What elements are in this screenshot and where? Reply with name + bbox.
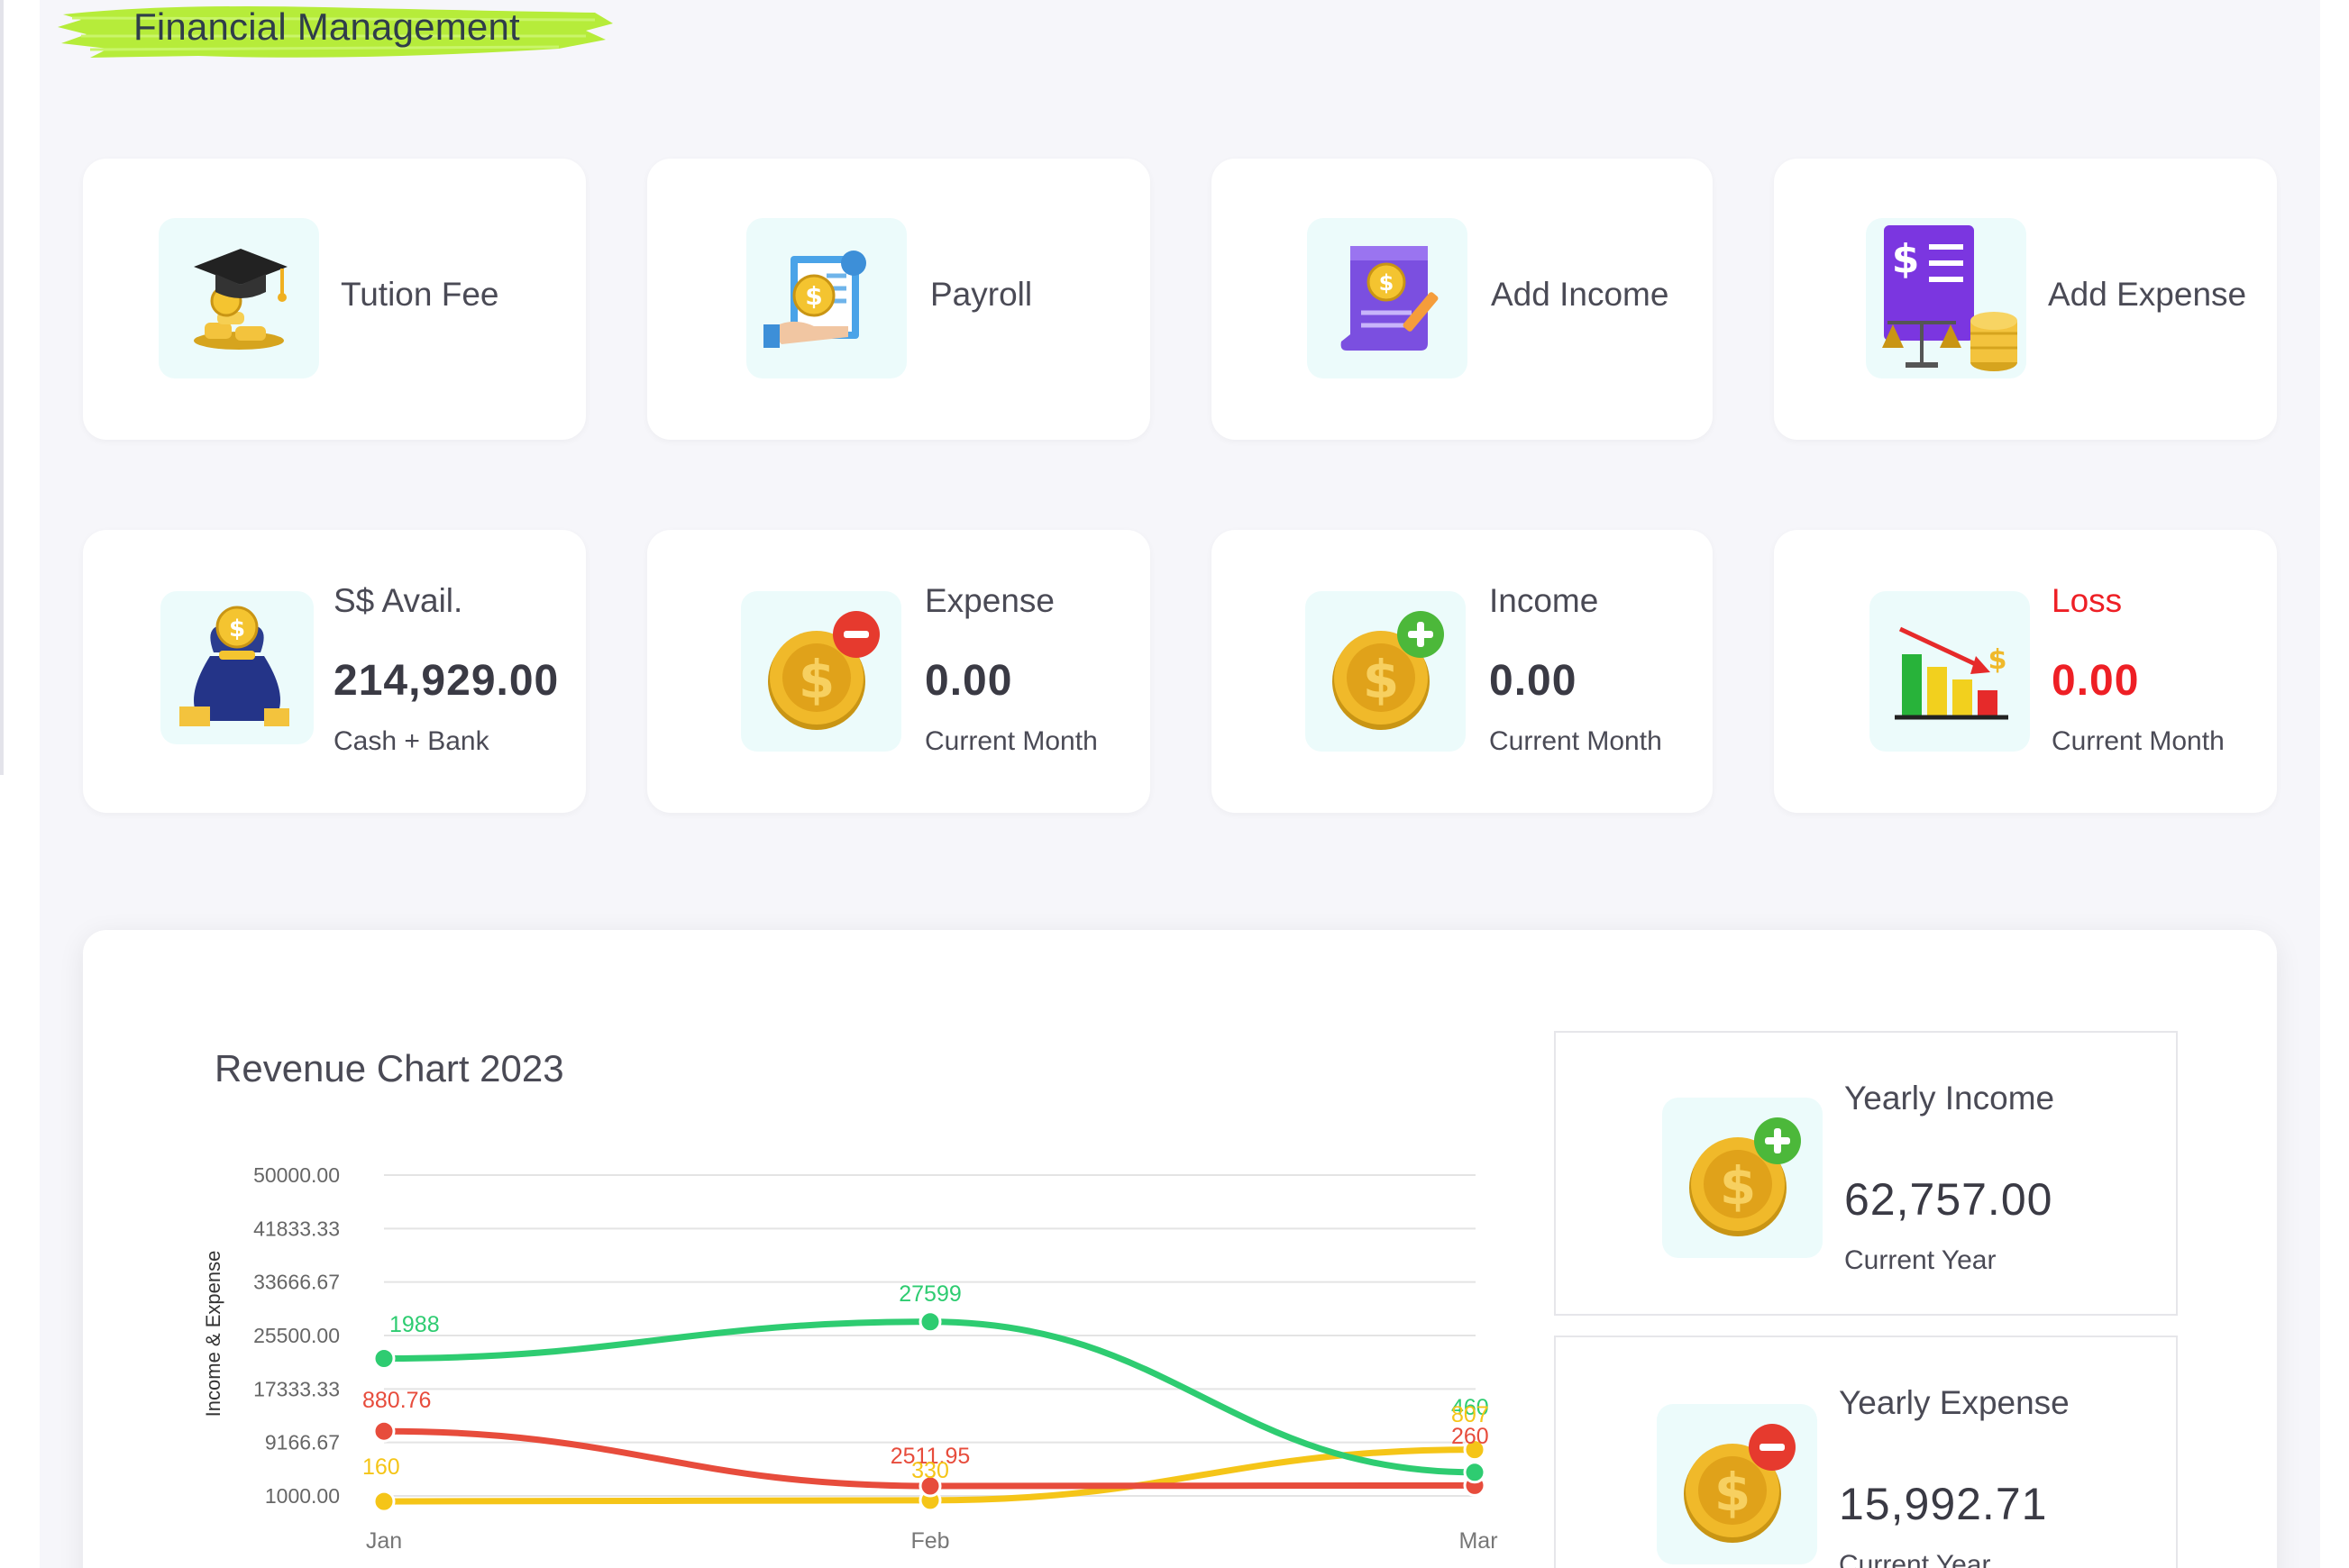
y-tick-label: 33666.67 (253, 1271, 340, 1294)
coin-plus-icon: $ (1662, 1098, 1823, 1258)
page-title: Financial Management (133, 5, 520, 48)
add-expense-label: Add Expense (2048, 276, 2247, 313)
income-card: $ Income 0.00 Current Month (1211, 530, 1713, 813)
page-heading: Financial Management (54, 0, 617, 63)
svg-text:$: $ (1379, 270, 1394, 296)
svg-text:$: $ (1892, 236, 1920, 282)
add-income-label: Add Income (1491, 276, 1669, 313)
y-axis-label: Income & Expense (202, 1251, 224, 1418)
coin-minus-icon: $ (741, 591, 901, 752)
data-point (1463, 1461, 1486, 1484)
income-value: 0.00 (1489, 657, 1577, 705)
svg-text:$: $ (799, 649, 835, 710)
svg-text:$: $ (1714, 1462, 1750, 1523)
yearly-expense-sub: Current Year (1839, 1550, 1991, 1568)
data-label: 260 (1451, 1424, 1489, 1449)
yearly-income-label: Yearly Income (1844, 1080, 2055, 1117)
data-label: 27599 (899, 1281, 962, 1307)
y-tick-label: 25500.00 (253, 1324, 340, 1347)
available-balance-sub: Cash + Bank (334, 726, 489, 756)
data-point (372, 1490, 396, 1513)
y-tick-label: 41833.33 (253, 1217, 340, 1240)
y-tick-label: 17333.33 (253, 1377, 340, 1400)
data-label: 1988 (389, 1312, 440, 1337)
expense-scale-icon: $ (1866, 218, 2026, 378)
svg-text:$: $ (229, 615, 245, 643)
available-balance-card: $ S$ Avail. 214,929.00 Cash + Bank (83, 530, 586, 813)
yearly-income-sub: Current Year (1844, 1245, 1997, 1275)
income-label: Income (1489, 582, 1599, 619)
add-expense-card[interactable]: $ Add Expense (1774, 159, 2277, 440)
coin-minus-icon: $ (1657, 1404, 1817, 1564)
y-tick-label: 50000.00 (253, 1163, 340, 1187)
available-balance-label: S$ Avail. (334, 582, 463, 619)
data-point (372, 1347, 396, 1371)
payroll-label: Payroll (930, 276, 1033, 313)
loss-card: $ Loss 0.00 Current Month (1774, 530, 2277, 813)
svg-text:$: $ (1720, 1155, 1756, 1217)
money-bag-icon: $ (160, 591, 314, 744)
yearly-expense-card: $ Yearly Expense 15,992.71 Current Year (1554, 1336, 2178, 1568)
expense-value: 0.00 (925, 657, 1013, 705)
available-balance-value: 214,929.00 (334, 657, 560, 705)
data-point (919, 1310, 942, 1334)
income-document-icon: $ (1307, 218, 1467, 378)
coin-plus-icon: $ (1305, 591, 1466, 752)
graduation-cap-coins-icon (159, 218, 319, 378)
svg-text:$: $ (805, 281, 822, 311)
data-label: 330 (911, 1458, 949, 1483)
svg-text:$: $ (1363, 649, 1399, 710)
payroll-card[interactable]: $ Payroll (647, 159, 1150, 440)
data-label: 807 (1451, 1402, 1489, 1427)
y-tick-label: 9166.67 (265, 1431, 340, 1454)
x-tick-label: Mar (1458, 1528, 1497, 1554)
yearly-expense-value: 15,992.71 (1839, 1479, 2048, 1529)
tuition-fee-card[interactable]: Tution Fee (83, 159, 586, 440)
y-tick-label: 1000.00 (265, 1484, 340, 1508)
yearly-income-value: 62,757.00 (1844, 1174, 2053, 1225)
loss-label: Loss (2052, 582, 2123, 619)
expense-label: Expense (925, 582, 1055, 619)
yearly-income-card: $ Yearly Income 62,757.00 Current Year (1554, 1031, 2178, 1316)
add-income-card[interactable]: $ Add Income (1211, 159, 1713, 440)
yearly-expense-label: Yearly Expense (1839, 1384, 2070, 1421)
x-tick-label: Feb (910, 1528, 949, 1554)
x-tick-label: Jan (366, 1528, 402, 1554)
revenue-line-chart: Income & Expense 50000.00 41833.33 33666.67… (202, 1163, 1498, 1554)
loss-value: 0.00 (2052, 657, 2140, 705)
expense-card: $ Expense 0.00 Current Month (647, 530, 1150, 813)
bar-chart-down-icon: $ (1869, 591, 2030, 752)
revenue-chart-card: Revenue Chart 2023 Income & Expense 50000… (83, 930, 2277, 1568)
svg-text:$: $ (1988, 644, 2007, 676)
loss-sub: Current Month (2052, 726, 2225, 756)
data-label: 880.76 (362, 1388, 431, 1413)
data-label: 160 (362, 1454, 400, 1480)
left-sidebar-edge (0, 0, 4, 775)
income-sub: Current Month (1489, 726, 1662, 756)
expense-sub: Current Month (925, 726, 1098, 756)
tuition-fee-label: Tution Fee (341, 276, 499, 313)
data-point (372, 1419, 396, 1443)
payroll-document-icon: $ (746, 218, 907, 378)
